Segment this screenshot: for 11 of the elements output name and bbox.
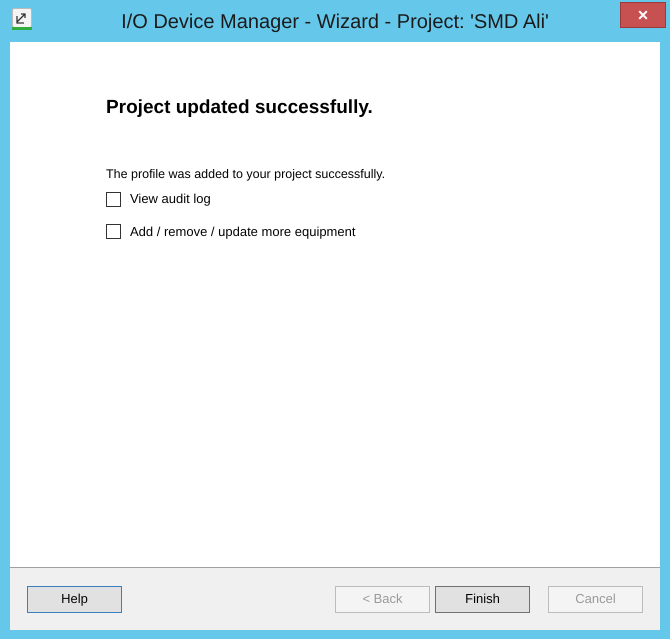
message-text: The profile was added to your project successfully. bbox=[106, 166, 386, 183]
page-heading: Project updated successfully. bbox=[106, 96, 374, 120]
checkbox-label: View audit log bbox=[130, 190, 211, 208]
window-title: I/O Device Manager - Wizard - Project: 'SMD Ali' bbox=[120, 10, 550, 35]
dialog-button[interactable]: Help bbox=[27, 586, 122, 612]
close-button[interactable]: × bbox=[620, 2, 666, 28]
checkbox[interactable] bbox=[106, 224, 121, 239]
checkbox[interactable] bbox=[106, 192, 121, 206]
dialog-button[interactable]: Finish bbox=[435, 586, 530, 612]
checkbox-label: Add / remove / update more equipment bbox=[130, 222, 356, 241]
app-icon bbox=[12, 8, 32, 30]
